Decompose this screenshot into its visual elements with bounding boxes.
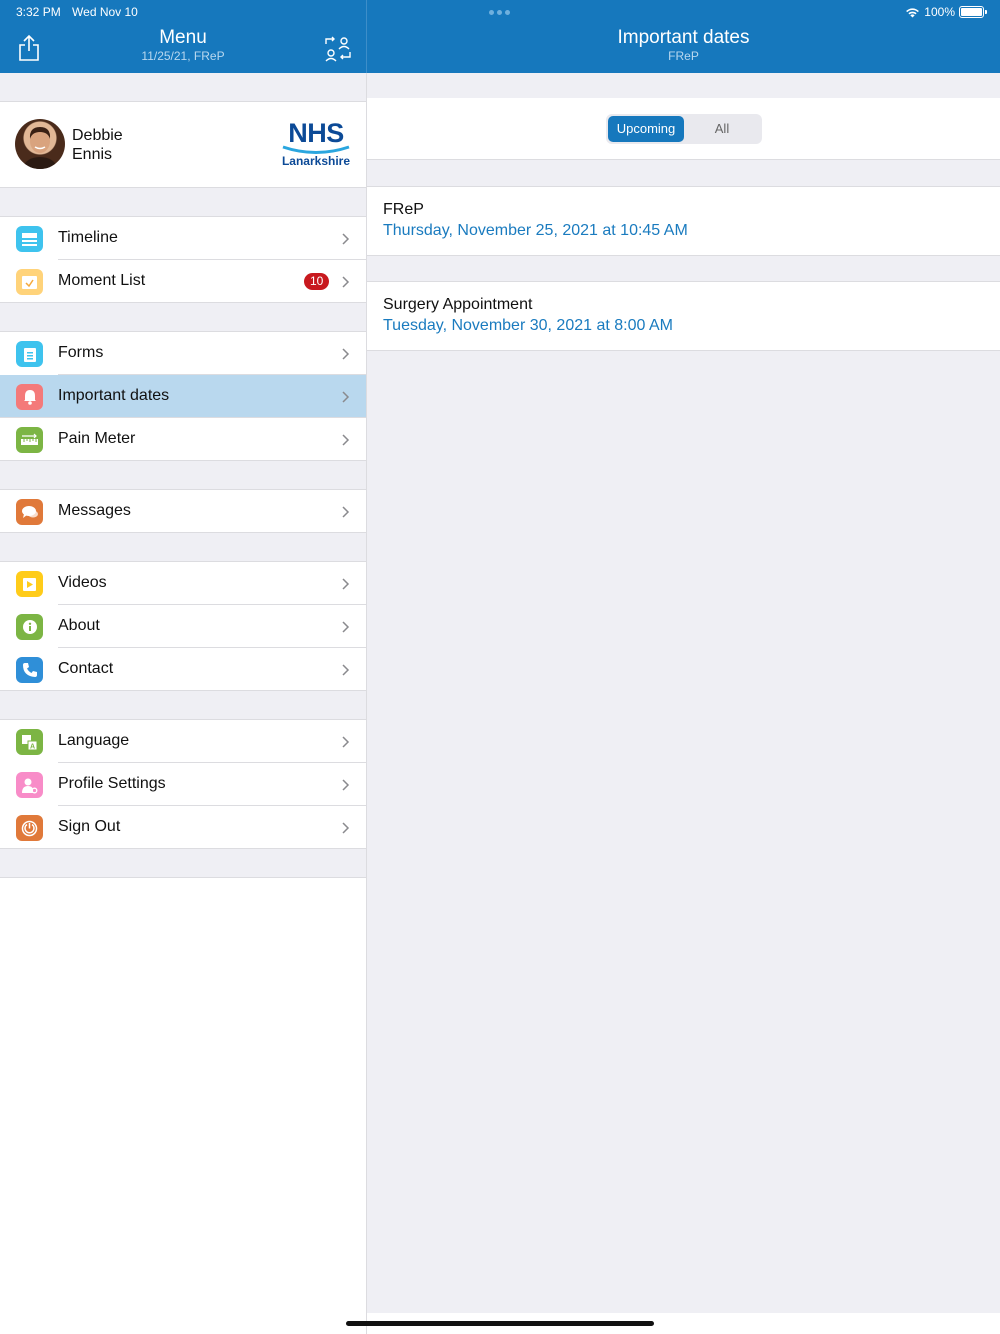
detail-subtitle: FReP (668, 49, 699, 63)
power-icon (16, 815, 43, 841)
event-date: Tuesday, November 30, 2021 at 8:00 AM (383, 317, 673, 334)
chevron-right-icon (342, 348, 350, 360)
detail-title: Important dates (617, 27, 750, 48)
chevron-right-icon (342, 664, 350, 676)
menu-title: Menu (159, 27, 207, 48)
chat-bubbles-icon (16, 499, 43, 525)
menu-label-sign-out: Sign Out (58, 818, 121, 835)
status-bar-left: 3:32 PM Wed Nov 10 (16, 5, 146, 19)
home-indicator[interactable] (346, 1321, 654, 1326)
menu-item-forms[interactable]: Forms (0, 332, 366, 375)
filter-bar: Upcoming All (367, 98, 1000, 160)
calendar-check-icon (16, 269, 43, 295)
menu-label-profile-settings: Profile Settings (58, 775, 166, 792)
menu-label-about: About (58, 617, 100, 634)
chevron-right-icon (342, 736, 350, 748)
menu-item-contact[interactable]: Contact (0, 648, 366, 691)
multitasking-dots[interactable] (489, 10, 510, 15)
menu-item-language[interactable]: A Language (0, 720, 366, 763)
menu-item-timeline[interactable]: Timeline (0, 217, 366, 260)
event-item[interactable]: Surgery Appointment Tuesday, November 30… (367, 281, 1000, 351)
menu-item-messages[interactable]: Messages (0, 490, 366, 533)
clipboard-icon (16, 341, 43, 367)
wifi-icon (906, 7, 920, 17)
event-item[interactable]: FReP Thursday, November 25, 2021 at 10:4… (367, 186, 1000, 256)
menu-label-language: Language (58, 732, 130, 749)
menu-label-forms: Forms (58, 344, 104, 361)
bell-icon (16, 384, 43, 410)
profile-header[interactable]: Debbie Ennis NHS Lanarkshire (0, 102, 366, 188)
profile-last-name: Ennis (72, 146, 113, 163)
event-date: Thursday, November 25, 2021 at 10:45 AM (383, 222, 688, 239)
nhs-logo-place: Lanarkshire (281, 154, 351, 168)
translate-icon: A (16, 729, 43, 755)
chevron-right-icon (342, 779, 350, 791)
chevron-right-icon (342, 822, 350, 834)
chevron-right-icon (342, 506, 350, 518)
switch-user-icon[interactable] (323, 34, 353, 62)
menu-item-about[interactable]: About (0, 605, 366, 648)
svg-text:A: A (30, 743, 35, 750)
menu-item-videos[interactable]: Videos (0, 562, 366, 605)
video-play-icon (16, 571, 43, 597)
chevron-right-icon (342, 233, 350, 245)
menu-label-timeline: Timeline (58, 229, 118, 246)
nhs-logo-word: NHS (288, 118, 344, 148)
menu-item-moment-list[interactable]: Moment List 10 (0, 260, 366, 303)
top-bar: 3:32 PM Wed Nov 10 100% Menu 11/25/21, F… (0, 0, 1000, 73)
profile-name: Debbie Ennis (72, 126, 192, 164)
status-time: 3:32 PM (16, 5, 61, 19)
event-name: Surgery Appointment (383, 296, 533, 313)
timeline-icon (16, 226, 43, 252)
battery-icon (959, 6, 987, 18)
chevron-right-icon (342, 621, 350, 633)
status-date: Wed Nov 10 (72, 5, 138, 19)
info-icon (16, 614, 43, 640)
menu-item-sign-out[interactable]: Sign Out (0, 806, 366, 849)
chevron-right-icon (342, 276, 350, 288)
moment-count-badge: 10 (304, 273, 330, 290)
profile-first-name: Debbie (72, 127, 123, 144)
status-bar-right: 100% (905, 5, 987, 19)
segment-upcoming[interactable]: Upcoming (608, 116, 684, 142)
menu-label-pain-meter: Pain Meter (58, 430, 136, 447)
menu-label-contact: Contact (58, 660, 114, 677)
chevron-right-icon (342, 578, 350, 590)
battery-percent: 100% (924, 5, 955, 19)
event-name: FReP (383, 201, 424, 218)
menu-item-profile-settings[interactable]: Profile Settings (0, 763, 366, 806)
avatar (15, 119, 65, 169)
menu-label-important-dates: Important dates (58, 387, 170, 404)
menu-subtitle: 11/25/21, FReP (141, 49, 225, 63)
user-settings-icon (16, 772, 43, 798)
segmented-control: Upcoming All (606, 114, 762, 144)
phone-icon (16, 657, 43, 683)
chevron-right-icon (342, 434, 350, 446)
detail-panel: Upcoming All FReP Thursday, November 25,… (367, 73, 1000, 1334)
menu-label-moment-list: Moment List (58, 272, 146, 289)
chevron-right-icon (342, 391, 350, 403)
ruler-icon (16, 427, 43, 453)
nhs-logo: NHS Lanarkshire (279, 118, 353, 168)
menu-label-messages: Messages (58, 502, 131, 519)
menu-item-important-dates[interactable]: Important dates (0, 375, 366, 418)
menu-item-pain-meter[interactable]: Pain Meter (0, 418, 366, 461)
menu-panel: Debbie Ennis NHS Lanarkshire Timeline Mo… (0, 73, 366, 1334)
segment-all[interactable]: All (684, 116, 760, 142)
menu-label-videos: Videos (58, 574, 107, 591)
